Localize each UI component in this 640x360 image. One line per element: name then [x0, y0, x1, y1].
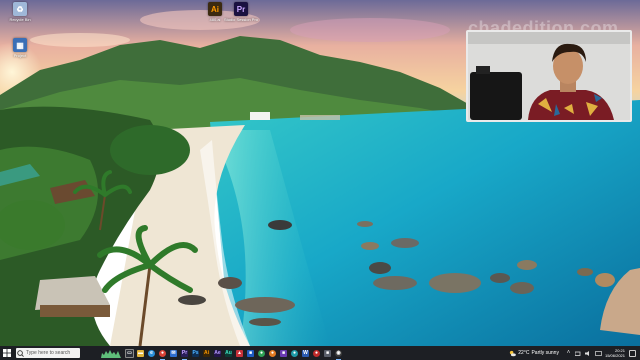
notification-center-icon[interactable]	[629, 349, 636, 357]
network-icon[interactable]	[574, 350, 582, 357]
taskbar-app-green[interactable]: ●	[256, 346, 267, 360]
taskbar-app-obs[interactable]: ◉	[333, 346, 344, 360]
taskbar-app-after-effects[interactable]: Ae	[212, 346, 223, 360]
audition-icon: Au	[225, 349, 232, 357]
purple-app-icon: ■	[280, 349, 287, 357]
taskbar-app-audition[interactable]: Au	[223, 346, 234, 360]
taskbar: Type here to search ▭ ▬ e ● ✉ Pr Ps Ai A…	[0, 346, 640, 360]
orange-app-icon: ●	[269, 349, 276, 357]
chrome-icon: ●	[159, 349, 166, 357]
system-tray: 22°C Partly sunny ˄ 20:21 15/06/2021	[509, 346, 640, 360]
volume-icon[interactable]	[584, 350, 592, 357]
edge-icon: e	[148, 349, 155, 357]
taskbar-app-red[interactable]: ▲	[234, 346, 245, 360]
partly-sunny-icon	[510, 350, 517, 356]
taskbar-clock[interactable]: 20:21 15/06/2021	[605, 348, 625, 358]
search-icon	[17, 349, 24, 357]
gray-app-icon: ■	[324, 349, 331, 357]
taskbar-search-box[interactable]: Type here to search	[16, 348, 80, 358]
illustrator-icon: Ai	[203, 349, 210, 357]
start-button[interactable]	[0, 346, 14, 360]
folder-icon: ▦	[13, 38, 27, 52]
desktop-icon-label: Studio Session Pro	[223, 17, 259, 22]
premiere-icon: Pr	[181, 349, 188, 357]
recycle-bin-icon: ♻	[13, 2, 27, 16]
taskbar-app-word[interactable]: W	[300, 346, 311, 360]
word-icon: W	[302, 349, 309, 357]
taskbar-app-red-2[interactable]: ●	[311, 346, 322, 360]
mail-icon: ✉	[170, 349, 177, 357]
photoshop-icon: Ps	[192, 349, 199, 357]
weather-widget[interactable]: 22°C Partly sunny	[509, 350, 559, 357]
taskbar-app-premiere[interactable]: Pr	[179, 346, 190, 360]
taskbar-app-mail[interactable]: ✉	[168, 346, 179, 360]
blue-app-icon: ■	[247, 349, 254, 357]
desktop-icon-label: 480.ai	[209, 17, 221, 22]
webcam-overlay	[466, 30, 632, 122]
weather-description: Partly sunny	[531, 350, 559, 356]
desktop-icon-project[interactable]: ▦ Project	[0, 38, 40, 58]
folder-icon: ▬	[137, 349, 144, 357]
red-circle-app-icon: ●	[313, 349, 320, 357]
weather-temperature: 22°C	[518, 350, 530, 356]
desktop-icon-label: Recycle Bin	[9, 17, 31, 22]
taskbar-app-gray[interactable]: ■	[322, 346, 333, 360]
red-app-icon: ▲	[236, 349, 243, 357]
dinosaur-search-highlight-icon[interactable]	[100, 347, 122, 359]
taskbar-app-illustrator[interactable]: Ai	[201, 346, 212, 360]
taskbar-app-edge[interactable]: e	[146, 346, 157, 360]
green-app-icon: ●	[258, 349, 265, 357]
language-icon[interactable]	[595, 350, 602, 357]
after-effects-icon: Ae	[214, 349, 221, 357]
taskbar-app-file-explorer[interactable]: ▬	[135, 346, 146, 360]
taskbar-pinned-apps: ▭ ▬ e ● ✉ Pr Ps Ai Ae Au ▲ ■ ● ● ■ ● W ●…	[124, 346, 344, 360]
taskbar-app-blue[interactable]: ■	[245, 346, 256, 360]
taskbar-app-orange[interactable]: ●	[267, 346, 278, 360]
taskbar-app-chrome[interactable]: ●	[157, 346, 168, 360]
illustrator-file-icon: Ai	[208, 2, 222, 16]
desktop-icon-label: Project	[13, 53, 27, 58]
webcam-person-image	[468, 32, 630, 120]
teal-app-icon: ●	[291, 349, 298, 357]
desktop-icon-premiere[interactable]: Pr Studio Session Pro	[221, 2, 261, 22]
chevron-up-icon[interactable]: ˄	[565, 350, 572, 357]
desktop-icon-recycle-bin[interactable]: ♻ Recycle Bin	[0, 2, 40, 22]
taskbar-app-teal[interactable]: ●	[289, 346, 300, 360]
desktop: ♻ Recycle Bin ▦ Project Ai 480.ai Pr Stu…	[0, 0, 640, 360]
clock-date: 15/06/2021	[604, 353, 625, 358]
task-view-icon: ▭	[125, 348, 134, 358]
obs-icon: ◉	[335, 349, 342, 357]
taskbar-app-purple[interactable]: ■	[278, 346, 289, 360]
taskbar-app-photoshop[interactable]: Ps	[190, 346, 201, 360]
premiere-file-icon: Pr	[234, 2, 248, 16]
windows-logo-icon	[3, 349, 11, 357]
taskbar-app-task-view[interactable]: ▭	[124, 346, 135, 360]
search-placeholder: Type here to search	[26, 350, 71, 356]
